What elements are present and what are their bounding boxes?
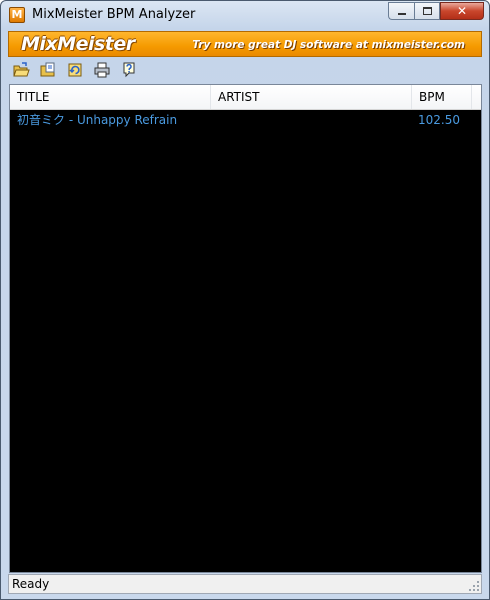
resize-grip-icon[interactable] [468, 580, 480, 592]
print-button[interactable] [90, 59, 117, 81]
help-button[interactable] [117, 59, 144, 81]
toolbar [9, 59, 483, 83]
column-header-title[interactable]: TITLE [10, 85, 211, 109]
add-files-button[interactable] [36, 59, 63, 81]
app-window: M MixMeister BPM Analyzer ✕ MixMeister T… [0, 0, 490, 600]
title-bar[interactable]: M MixMeister BPM Analyzer ✕ [1, 1, 489, 29]
minimize-button[interactable] [388, 2, 414, 20]
close-icon: ✕ [456, 4, 468, 18]
add-files-icon [40, 62, 55, 77]
close-button[interactable]: ✕ [440, 2, 484, 20]
mixmeister-banner[interactable]: MixMeister Try more great DJ software at… [8, 31, 482, 57]
column-header-artist[interactable]: ARTIST [211, 85, 412, 109]
print-icon [94, 62, 110, 78]
track-bpm: 102.50 [418, 113, 460, 127]
maximize-button[interactable] [414, 2, 440, 20]
refresh-button[interactable] [63, 59, 90, 81]
window-title: MixMeister BPM Analyzer [32, 7, 196, 22]
mixmeister-logo: MixMeister [21, 33, 135, 55]
open-folder-icon [13, 62, 30, 77]
column-header-bpm[interactable]: BPM [412, 85, 472, 109]
help-icon [123, 62, 135, 78]
table-row[interactable]: 初音ミク - Unhappy Refrain 102.50 [10, 111, 481, 129]
status-text: Ready [12, 577, 50, 591]
list-header: TITLE ARTIST BPM [10, 85, 481, 110]
status-bar: Ready [8, 574, 482, 594]
maximize-icon [423, 7, 432, 15]
track-title: 初音ミク - Unhappy Refrain [17, 113, 178, 127]
minimize-icon [398, 13, 406, 15]
app-icon[interactable]: M [9, 7, 25, 23]
open-button[interactable] [9, 59, 36, 81]
banner-slogan[interactable]: Try more great DJ software at mixmeister… [192, 39, 465, 51]
caption-buttons: ✕ [388, 2, 484, 20]
refresh-icon [68, 63, 82, 77]
track-list[interactable]: TITLE ARTIST BPM 初音ミク - Unhappy Refrain … [9, 84, 482, 573]
